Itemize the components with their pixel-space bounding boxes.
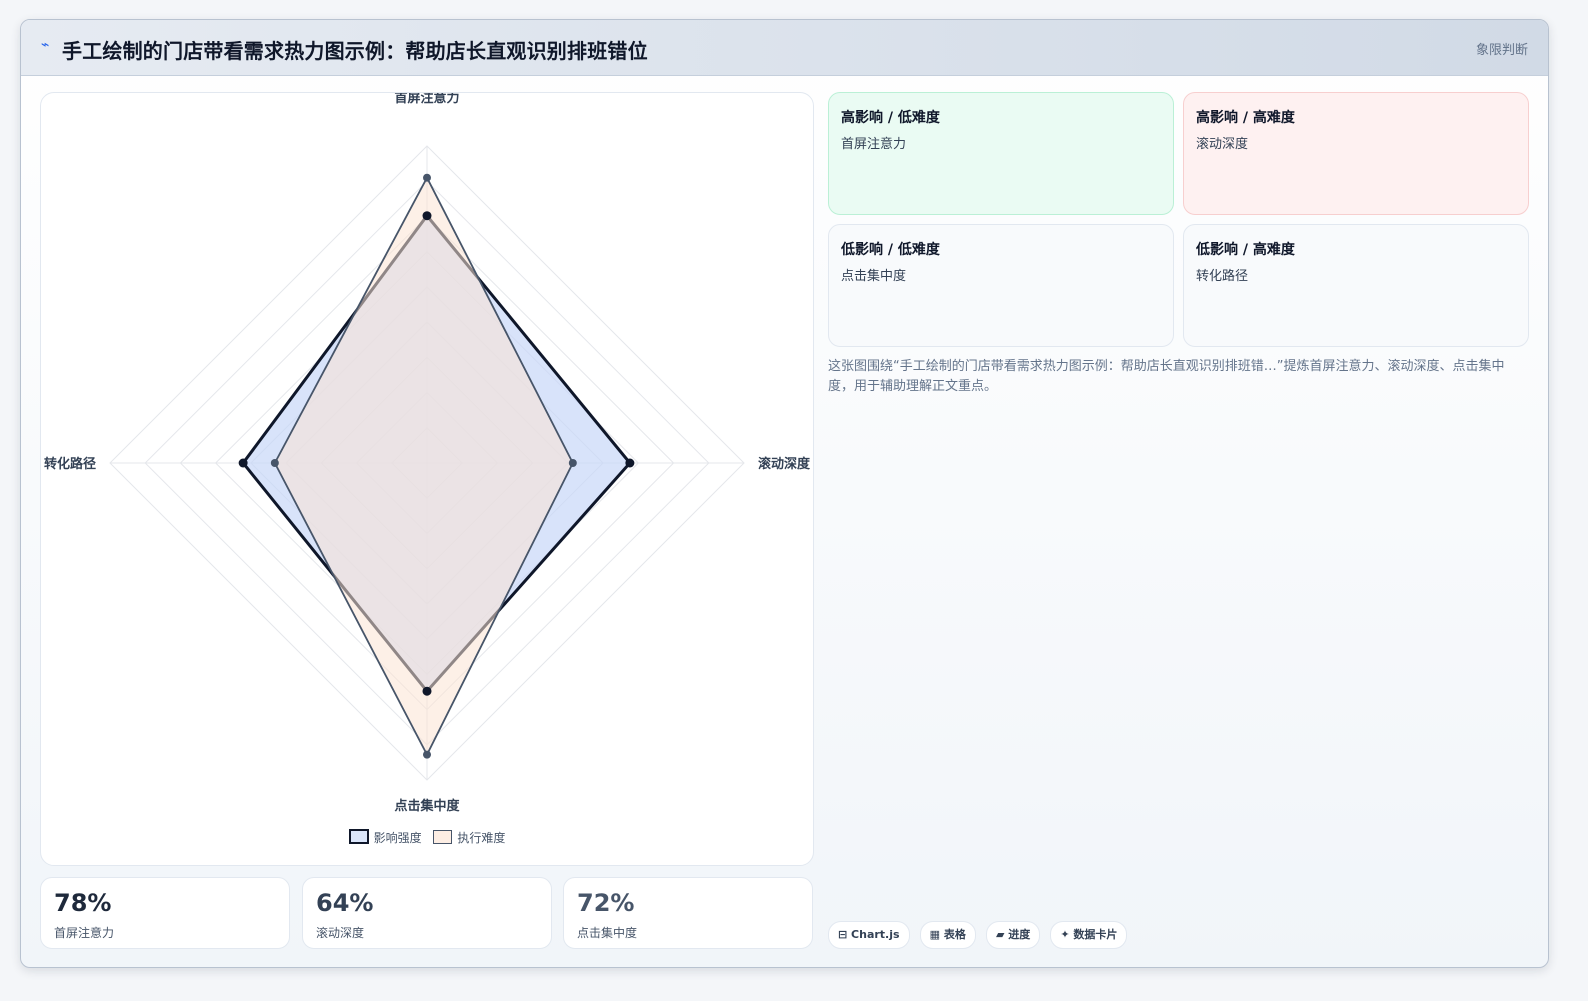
quadrant-title: 低影响 / 低难度	[841, 242, 940, 258]
quadrant-high-impact-low-difficulty: 高影响 / 低难度 首屏注意力	[828, 92, 1174, 215]
axis-label: 点击集中度	[394, 798, 460, 814]
quadrant-item: 转化路径	[1196, 269, 1249, 284]
quadrant-low-impact-high-difficulty: 低影响 / 高难度 转化路径	[1183, 224, 1529, 347]
chip-progress[interactable]: ▰ 进度	[985, 921, 1041, 949]
legend-swatch-impact	[348, 829, 369, 844]
data-point	[625, 458, 635, 468]
quadrant-title: 高影响 / 低难度	[841, 110, 940, 126]
series-area-difficulty	[273, 175, 574, 757]
axis-label: 滚动深度	[758, 456, 811, 472]
chart-description: 这张图围绕“手工绘制的门店带看需求热力图示例：帮助店长直观识别排班错…”提炼首屏…	[828, 359, 1505, 394]
quadrant-item: 点击集中度	[841, 269, 907, 284]
quadrant-title: 低影响 / 高难度	[1196, 242, 1295, 258]
data-point	[423, 750, 431, 759]
data-point	[422, 211, 432, 221]
data-point	[568, 459, 577, 467]
quadrant-item: 首屏注意力	[841, 137, 907, 152]
radar-chart: 首屏注意力滚动深度点击集中度 转化路径	[44, 93, 811, 814]
quadrant-high-impact-high-difficulty: 高影响 / 高难度 滚动深度	[1183, 92, 1529, 215]
data-point	[270, 459, 279, 467]
chart-line-icon: ⌁	[41, 37, 50, 53]
stat-value: 72%	[577, 889, 635, 917]
data-point	[422, 686, 432, 696]
stat-card-click-concentration: 72% 点击集中度	[563, 877, 813, 949]
legend-label-difficulty: 执行难度	[457, 831, 506, 845]
axis-label: 首屏注意力	[394, 93, 459, 106]
data-point	[238, 458, 248, 468]
stat-card-scroll-depth: 64% 滚动深度	[302, 877, 552, 949]
data-point	[423, 173, 431, 182]
quadrant-title: 高影响 / 高难度	[1196, 110, 1295, 126]
chip-data-card[interactable]: ✦ 数据卡片	[1050, 921, 1128, 949]
stat-value: 78%	[54, 889, 112, 917]
stat-label: 滚动深度	[316, 926, 365, 940]
quadrant-low-impact-low-difficulty: 低影响 / 低难度 点击集中度	[828, 224, 1174, 347]
stat-label: 首屏注意力	[54, 926, 115, 940]
radar-chart-card: 首屏注意力滚动深度点击集中度 转化路径 影响强度 执行难度	[40, 92, 814, 866]
stat-label: 点击集中度	[577, 926, 638, 940]
stat-value: 64%	[316, 889, 374, 917]
legend-swatch-difficulty	[433, 830, 453, 844]
quadrant-item: 滚动深度	[1196, 137, 1249, 152]
legend-item-impact[interactable]: 影响强度	[348, 829, 422, 846]
chip-table[interactable]: ▦ 表格	[919, 921, 976, 949]
page-title: 手工绘制的门店带看需求热力图示例：帮助店长直观识别排班错位	[62, 39, 648, 63]
legend-label-impact: 影响强度	[373, 831, 422, 845]
app-window: ⌁ 手工绘制的门店带看需求热力图示例：帮助店长直观识别排班错位 象限判断 首屏注…	[20, 19, 1549, 968]
legend-item-difficulty[interactable]: 执行难度	[433, 829, 505, 846]
chip-chartjs[interactable]: ⊟ Chart.js	[828, 921, 910, 949]
tech-chips: ⊟ Chart.js ▦ 表格 ▰ 进度 ✦ 数据卡片	[828, 921, 1132, 949]
header-tag: 象限判断	[1475, 43, 1528, 58]
axis-label: 转化路径	[44, 456, 96, 472]
chart-legend: 影响强度 执行难度	[41, 829, 813, 846]
header-bar: ⌁ 手工绘制的门店带看需求热力图示例：帮助店长直观识别排班错位 象限判断	[21, 20, 1548, 76]
stat-card-first-screen: 78% 首屏注意力	[40, 877, 290, 949]
